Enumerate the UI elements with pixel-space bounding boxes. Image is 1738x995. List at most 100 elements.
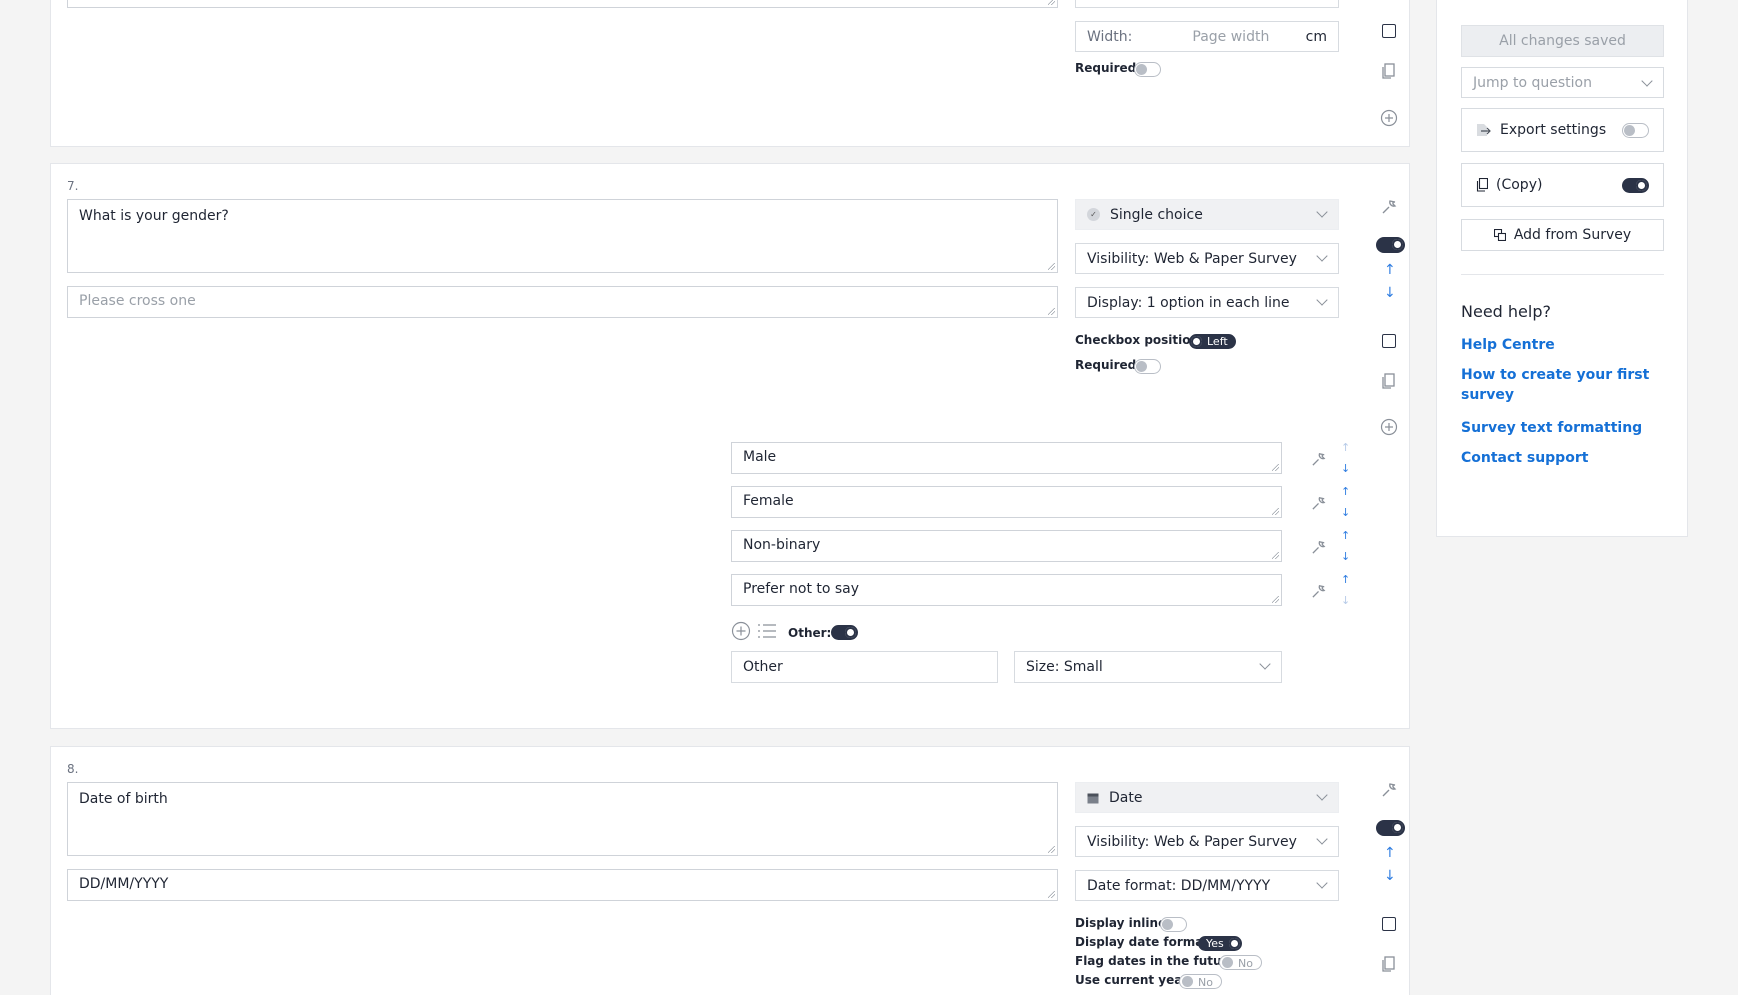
display-inline-toggle[interactable] [1160,917,1187,932]
copy-row[interactable]: (Copy) [1461,163,1664,207]
display-date-format-label: Display date format: [1075,935,1214,949]
saved-status-button: All changes saved [1461,25,1664,57]
q7-visibility-select[interactable]: Visibility: Web & Paper Survey [1075,243,1339,274]
option-input[interactable]: Non-binary [731,530,1282,562]
flag-future-toggle[interactable]: No [1219,955,1262,970]
copy-icon[interactable] [1381,373,1395,390]
copy-label: (Copy) [1496,177,1543,193]
q7-display-label: Display: 1 option in each line [1087,294,1290,311]
wrench-icon[interactable] [1311,539,1327,555]
checkbox-icon[interactable] [1382,917,1396,931]
q7-checkbox-position-label: Checkbox position: [1075,333,1204,347]
q7-display-select[interactable]: Display: 1 option in each line [1075,287,1339,318]
q6-required-toggle[interactable] [1134,62,1161,77]
move-up-icon[interactable]: ↑ [1341,442,1350,453]
size-label: Size: Small [1026,659,1103,675]
q8-hint-textarea[interactable]: DD/MM/YYYY [67,869,1058,901]
use-current-year-toggle[interactable]: No [1179,974,1222,989]
q7-type-label: Single choice [1110,206,1203,223]
q7-required-toggle[interactable] [1134,359,1161,374]
option-input[interactable]: Prefer not to say [731,574,1282,606]
question-card-7: 7. What is your gender? Please cross one… [50,163,1410,729]
move-down-icon[interactable]: ↓ [1341,463,1350,474]
q6-type-select[interactable] [1075,0,1339,8]
help-centre-link[interactable]: Help Centre [1461,335,1555,355]
other-text-input[interactable]: Other [731,651,998,683]
wrench-icon[interactable] [1311,451,1327,467]
copy-icon[interactable] [1381,956,1395,973]
export-settings-toggle[interactable] [1622,123,1649,138]
question-card-8: 8. Date of birth DD/MM/YYYY Date Visibil… [50,746,1410,995]
move-up-icon[interactable]: ↑ [1341,574,1350,585]
move-up-icon[interactable]: ↑ [1384,263,1396,277]
q8-visibility-toggle[interactable] [1376,820,1405,836]
create-first-survey-link[interactable]: How to create your first survey [1461,365,1664,405]
wrench-icon[interactable] [1381,198,1398,215]
jump-to-question-placeholder: Jump to question [1473,74,1592,91]
text-formatting-link[interactable]: Survey text formatting [1461,418,1642,438]
q8-date-format-select[interactable]: Date format: DD/MM/YYYY [1075,870,1339,901]
move-down-icon[interactable]: ↓ [1384,869,1396,883]
move-down-icon[interactable]: ↓ [1384,286,1396,300]
q8-visibility-label: Visibility: Web & Paper Survey [1087,833,1297,850]
chevron-down-icon [1316,877,1328,889]
move-up-icon[interactable]: ↑ [1384,846,1396,860]
check-circle-icon: ✓ [1087,208,1100,221]
q8-type-select[interactable]: Date [1075,782,1339,813]
wrench-icon[interactable] [1311,495,1327,511]
question-card-6: Width: Page width cm Required: [50,0,1410,147]
q6-width-field[interactable]: Width: Page width cm [1075,21,1339,52]
checkbox-icon[interactable] [1382,24,1396,38]
q6-width-input[interactable]: Page width [1192,29,1305,45]
move-down-icon[interactable]: ↓ [1341,507,1350,518]
q8-date-format-label: Date format: DD/MM/YYYY [1087,877,1271,894]
move-down-icon[interactable]: ↓ [1341,551,1350,562]
list-icon[interactable] [757,623,777,639]
wrench-icon[interactable] [1311,583,1327,599]
q8-question-textarea[interactable]: Date of birth [67,782,1058,856]
q7-visibility-toggle[interactable] [1376,237,1405,253]
question-number: 8. [67,762,79,776]
chevron-down-icon [1641,75,1653,87]
jump-to-question-select[interactable]: Jump to question [1461,67,1664,98]
q7-question-textarea[interactable]: What is your gender? [67,199,1058,273]
flag-future-label: Flag dates in the future: [1075,954,1241,968]
add-from-survey-label: Add from Survey [1513,227,1632,243]
sidebar-divider [1461,274,1664,275]
duplicate-icon [1493,229,1506,241]
add-from-survey-button[interactable]: Add from Survey [1461,219,1664,251]
other-label: Other: [788,626,832,640]
question-number: 7. [67,179,79,193]
export-settings-label: Export settings [1500,122,1607,138]
sidebar-panel: All changes saved Jump to question Expor… [1436,0,1688,537]
other-toggle[interactable] [831,625,858,640]
chevron-down-icon [1316,833,1328,845]
add-circle-icon[interactable] [1380,418,1398,436]
add-option-icon[interactable] [731,621,751,641]
contact-support-link[interactable]: Contact support [1461,448,1588,468]
wrench-icon[interactable] [1381,781,1398,798]
q7-checkbox-position-toggle[interactable]: Left [1189,334,1236,349]
saved-status-label: All changes saved [1499,33,1626,49]
option-input[interactable]: Male [731,442,1282,474]
move-up-icon[interactable]: ↑ [1341,486,1350,497]
q8-visibility-select[interactable]: Visibility: Web & Paper Survey [1075,826,1339,857]
q7-type-select[interactable]: ✓ Single choice [1075,199,1339,230]
display-inline-label: Display inline: [1075,916,1172,930]
checkbox-icon[interactable] [1382,334,1396,348]
copy-toggle[interactable] [1622,178,1649,193]
copy-icon[interactable] [1381,63,1395,80]
q6-question-textarea[interactable] [67,0,1058,8]
add-circle-icon[interactable] [1380,109,1398,127]
move-down-icon[interactable]: ↓ [1341,595,1350,606]
size-select[interactable]: Size: Small [1014,651,1282,683]
option-input[interactable]: Female [731,486,1282,518]
q6-width-label: Width: [1087,28,1133,45]
other-text-value: Other [743,659,783,675]
display-date-format-toggle[interactable]: Yes [1198,936,1242,951]
chevron-down-icon [1316,250,1328,262]
export-settings-row[interactable]: Export settings [1461,108,1664,152]
q7-visibility-label: Visibility: Web & Paper Survey [1087,250,1297,267]
move-up-icon[interactable]: ↑ [1341,530,1350,541]
q7-hint-textarea[interactable]: Please cross one [67,286,1058,318]
